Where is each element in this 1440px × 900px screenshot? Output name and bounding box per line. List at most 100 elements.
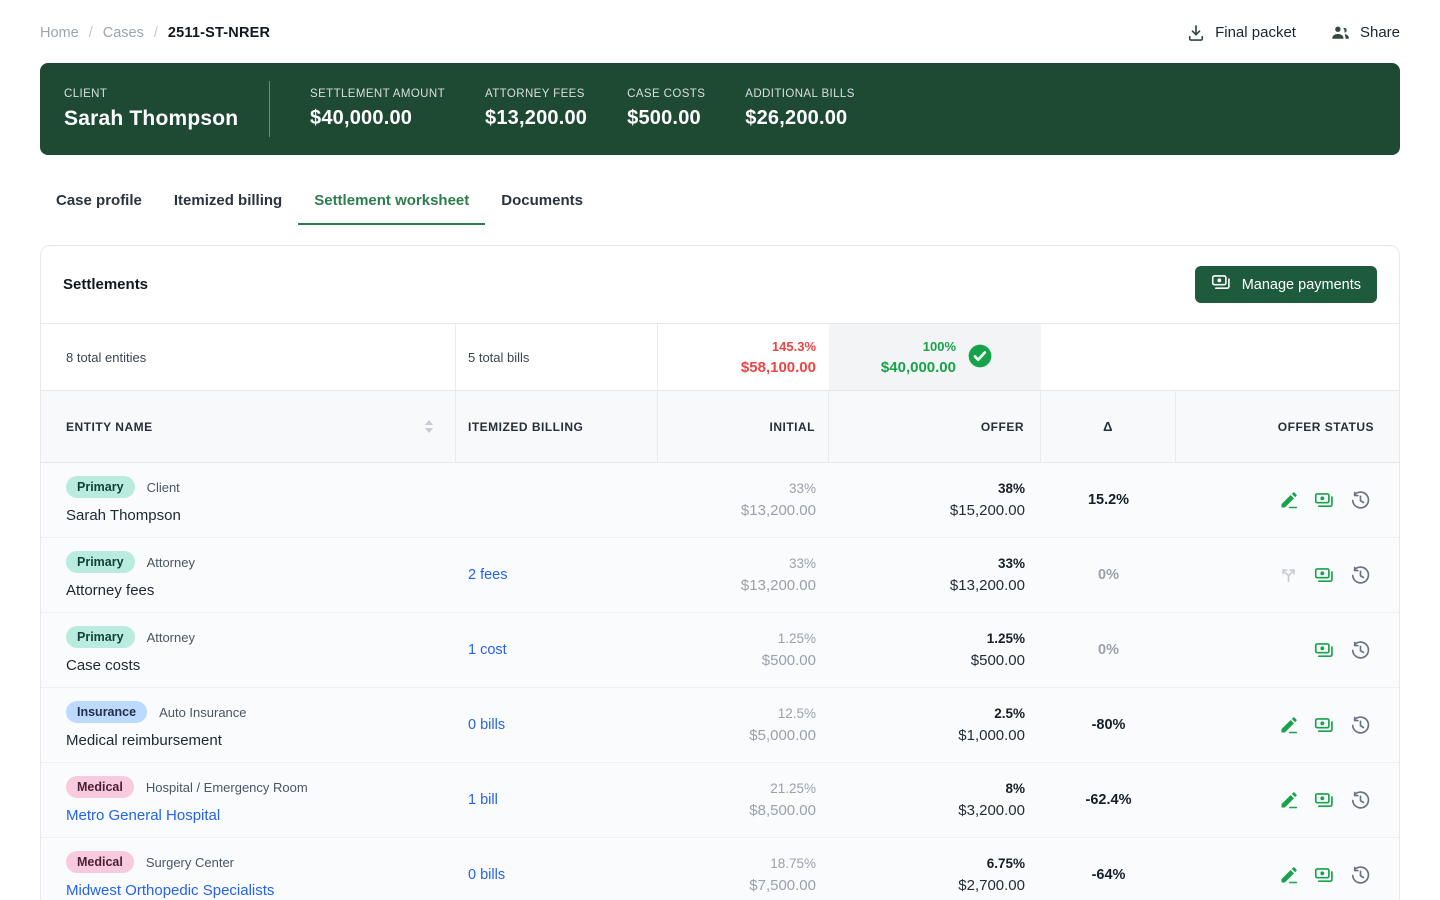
breadcrumb-separator: / <box>89 25 93 41</box>
signature-icon[interactable] <box>1278 865 1299 886</box>
top-bar: Home / Cases / 2511-ST-NRER Final packet <box>0 0 1440 43</box>
offer-amount: $13,200.00 <box>950 577 1025 594</box>
entity-name[interactable]: Metro General Hospital <box>66 807 456 824</box>
share-label: Share <box>1360 24 1400 41</box>
history-icon[interactable] <box>1350 715 1371 736</box>
offer-amount: $3,200.00 <box>958 802 1025 819</box>
tab-settlement-worksheet[interactable]: Settlement worksheet <box>298 188 485 225</box>
breadcrumb-cases[interactable]: Cases <box>103 25 144 41</box>
initial-cell: 21.25% $8,500.00 <box>658 763 829 837</box>
payments-icon[interactable] <box>1314 490 1335 511</box>
stat-additional-bills: ADDITIONAL BILLS $26,200.00 <box>745 88 855 130</box>
payments-icon[interactable] <box>1314 715 1335 736</box>
billing-link[interactable]: 1 cost <box>468 642 507 658</box>
entity-name[interactable]: Midwest Orthopedic Specialists <box>66 882 456 899</box>
client-summary-banner: CLIENT Sarah Thompson SETTLEMENT AMOUNT … <box>40 63 1400 155</box>
check-circle-icon <box>967 343 993 372</box>
banner-divider <box>269 81 270 137</box>
entity-type: Auto Insurance <box>159 705 246 720</box>
delta-value: -80% <box>1092 717 1126 733</box>
initial-total: 145.3% $58,100.00 <box>658 324 829 390</box>
offer-cell: 2.5% $1,000.00 <box>829 688 1041 762</box>
delta-value: 0% <box>1098 642 1119 658</box>
delta-cell: -62.4% <box>1041 763 1176 837</box>
delta-cell: -80% <box>1041 688 1176 762</box>
tab-case-profile[interactable]: Case profile <box>40 188 158 225</box>
billing-cell: 2 fees <box>456 538 658 612</box>
offer-cell: 33% $13,200.00 <box>829 538 1041 612</box>
offer-pct: 8% <box>1005 781 1025 796</box>
billing-link[interactable]: 1 bill <box>468 792 498 808</box>
history-icon[interactable] <box>1350 490 1371 511</box>
bills-total: 5 total bills <box>456 324 658 390</box>
billing-cell <box>456 463 658 537</box>
entity-type: Surgery Center <box>146 855 234 870</box>
initial-pct: 33% <box>789 556 816 571</box>
stat-attorney-fees: ATTORNEY FEES $13,200.00 <box>485 88 587 130</box>
stat-case-costs: CASE COSTS $500.00 <box>627 88 705 130</box>
offer-status-cell <box>1176 838 1399 900</box>
billing-link[interactable]: 0 bills <box>468 867 505 883</box>
history-icon[interactable] <box>1350 790 1371 811</box>
offer-amount: $2,700.00 <box>958 877 1025 894</box>
sort-control[interactable] <box>425 420 433 433</box>
offer-cell: 6.75% $2,700.00 <box>829 838 1041 900</box>
tab-documents[interactable]: Documents <box>485 188 599 225</box>
offer-pct: 38% <box>998 481 1025 496</box>
initial-cell: 12.5% $5,000.00 <box>658 688 829 762</box>
initial-pct: 33% <box>789 481 816 496</box>
final-packet-button[interactable]: Final packet <box>1186 23 1296 43</box>
split-icon[interactable] <box>1278 565 1299 586</box>
column-itemized-billing: ITEMIZED BILLING <box>456 391 658 462</box>
sort-desc-icon <box>425 428 433 433</box>
initial-total-amount: $58,100.00 <box>741 359 816 376</box>
payments-icon[interactable] <box>1314 865 1335 886</box>
signature-icon[interactable] <box>1278 715 1299 736</box>
delta-value: -64% <box>1092 867 1126 883</box>
payments-icon[interactable] <box>1314 790 1335 811</box>
billing-cell: 1 bill <box>456 763 658 837</box>
billing-link[interactable]: 2 fees <box>468 567 508 583</box>
history-icon[interactable] <box>1350 640 1371 661</box>
billing-link[interactable]: 0 bills <box>468 717 505 733</box>
settlements-card: Settlements Manage payments 8 total enti… <box>40 245 1400 900</box>
initial-amount: $8,500.00 <box>749 802 816 819</box>
table-row: Primary Attorney Attorney fees 2 fees 33… <box>41 538 1399 613</box>
history-icon[interactable] <box>1350 565 1371 586</box>
table-row: Primary Attorney Case costs 1 cost 1.25%… <box>41 613 1399 688</box>
banner-stats: SETTLEMENT AMOUNT $40,000.00 ATTORNEY FE… <box>310 88 855 130</box>
stat-settlement-amount: SETTLEMENT AMOUNT $40,000.00 <box>310 88 445 130</box>
history-icon[interactable] <box>1350 865 1371 886</box>
settlements-title: Settlements <box>63 276 148 293</box>
delta-value: -62.4% <box>1086 792 1132 808</box>
client-label: CLIENT <box>64 88 269 100</box>
entity-type: Attorney <box>147 630 195 645</box>
offer-amount: $1,000.00 <box>958 727 1025 744</box>
signature-icon[interactable] <box>1278 490 1299 511</box>
breadcrumb-home[interactable]: Home <box>40 25 79 41</box>
initial-cell: 1.25% $500.00 <box>658 613 829 687</box>
initial-pct: 1.25% <box>778 631 816 646</box>
settlements-header: Settlements Manage payments <box>41 246 1399 323</box>
offer-cell: 8% $3,200.00 <box>829 763 1041 837</box>
offer-pct: 33% <box>998 556 1025 571</box>
totals-summary-row: 8 total entities 5 total bills 145.3% $5… <box>41 323 1399 390</box>
entity-name: Medical reimbursement <box>66 732 456 749</box>
manage-payments-button[interactable]: Manage payments <box>1195 266 1377 303</box>
signature-icon[interactable] <box>1278 790 1299 811</box>
share-button[interactable]: Share <box>1330 22 1400 43</box>
people-icon <box>1330 22 1351 43</box>
payments-icon[interactable] <box>1314 565 1335 586</box>
initial-cell: 18.75% $7,500.00 <box>658 838 829 900</box>
tab-itemized-billing[interactable]: Itemized billing <box>158 188 298 225</box>
column-entity-name[interactable]: ENTITY NAME <box>41 391 456 462</box>
initial-pct: 21.25% <box>770 781 816 796</box>
offer-total: 100% $40,000.00 <box>829 324 1041 390</box>
offer-cell: 38% $15,200.00 <box>829 463 1041 537</box>
payments-icon[interactable] <box>1314 640 1335 661</box>
client-name: Sarah Thompson <box>64 107 269 131</box>
case-tabs: Case profile Itemized billing Settlement… <box>40 188 1400 225</box>
table-row: Medical Hospital / Emergency Room Metro … <box>41 763 1399 838</box>
table-header-row: ENTITY NAME ITEMIZED BILLING INITIAL OFF… <box>41 390 1399 463</box>
billing-cell: 0 bills <box>456 838 658 900</box>
